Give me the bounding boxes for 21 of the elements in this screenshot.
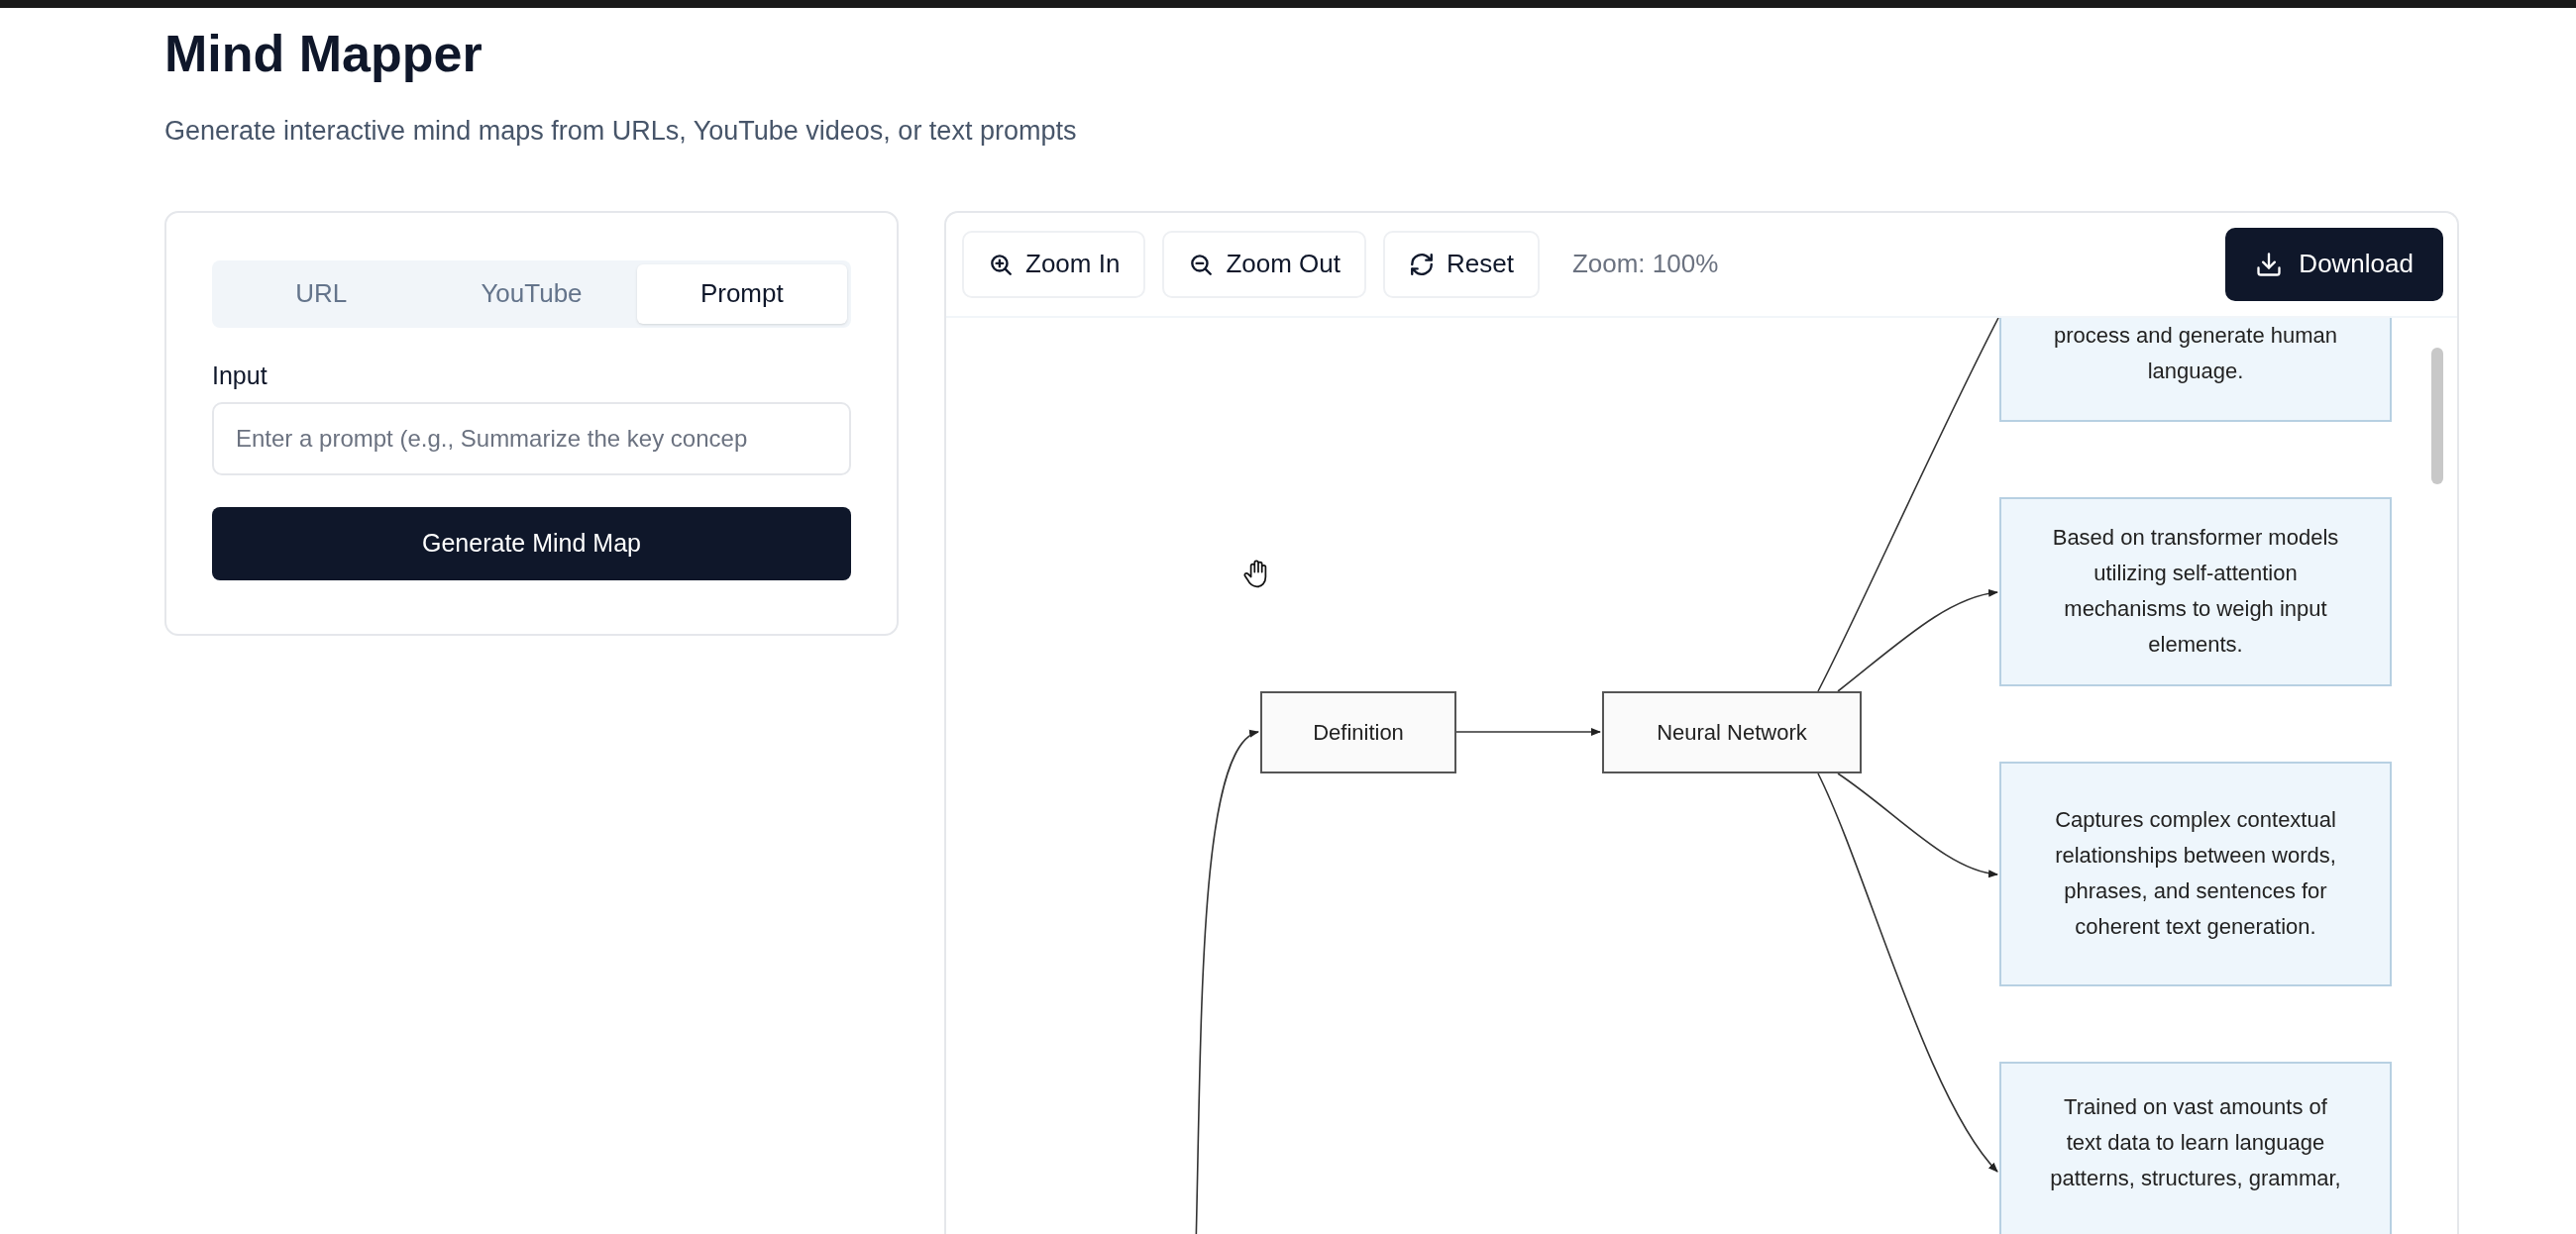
detail-node[interactable]: Based on transformer models utilizing self-attention mechanisms to weigh input elements.: [1999, 496, 2392, 686]
generate-button[interactable]: Generate Mind Map: [212, 507, 851, 580]
tab[interactable]: URL: [216, 263, 427, 324]
download-button[interactable]: Download: [2225, 227, 2443, 301]
scrollbar-thumb[interactable]: [2431, 347, 2443, 484]
input-label: Input: [212, 360, 268, 391]
zoom-level-text: Zoom: 100%: [1571, 248, 1719, 280]
zoom-in-button[interactable]: Zoom In: [962, 230, 1146, 298]
reset-button[interactable]: Reset: [1382, 230, 1540, 298]
zoom-out-button[interactable]: Zoom Out: [1162, 230, 1366, 298]
detail-node[interactable]: process and generate human language.: [1999, 317, 2392, 422]
download-icon: [2255, 250, 2284, 278]
topic-node[interactable]: Neural Network: [1602, 690, 1862, 773]
detail-node[interactable]: Captures complex contextual relationships between words, phrases, and sentences for coherent text generation.: [1999, 761, 2392, 986]
topic-node[interactable]: Definition: [1260, 690, 1456, 773]
detail-node[interactable]: Trained on vast amounts of text data to learn language patterns, structures, grammar,: [1999, 1061, 2392, 1234]
tab[interactable]: YouTube: [426, 263, 637, 324]
prompt-input-field[interactable]: Enter a prompt (e.g., Summarize the key concep: [212, 402, 851, 475]
tab[interactable]: Prompt: [636, 263, 847, 324]
page-subtitle: Generate interactive mind maps from URLs, YouTube videos, or text prompts: [164, 115, 1077, 148]
refresh-icon: [1408, 251, 1435, 277]
